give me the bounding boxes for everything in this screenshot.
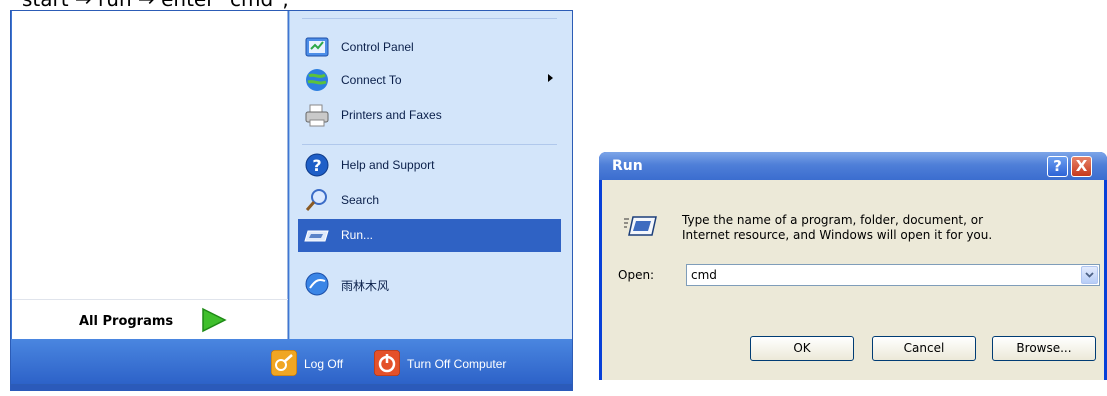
all-programs-label: All Programs — [79, 314, 174, 329]
run-program-icon — [624, 216, 657, 236]
power-icon — [374, 350, 400, 376]
run-dialog-title: Run — [612, 158, 643, 174]
menu-item-search[interactable]: Search — [298, 184, 561, 217]
help-button[interactable]: ? — [1047, 156, 1068, 177]
open-label: Open: — [618, 268, 655, 282]
menu-item-custom[interactable]: 雨林木风 — [298, 268, 561, 301]
svg-text:?: ? — [312, 156, 321, 175]
menu-item-run[interactable]: Run... — [298, 219, 561, 252]
chevron-down-icon — [1085, 272, 1094, 278]
start-menu: Control Panel Connect To Printers and Fa… — [10, 10, 573, 385]
control-panel-icon — [305, 37, 329, 57]
help-icon: ? — [305, 153, 329, 177]
open-input-value[interactable]: cmd — [691, 268, 717, 282]
run-dialog-title-bar[interactable]: Run ? X — [599, 152, 1107, 180]
all-programs-button[interactable]: All Programs — [12, 299, 288, 339]
menu-item-printers[interactable]: Printers and Faxes — [298, 99, 561, 132]
log-off-icon — [271, 350, 297, 376]
browse-button[interactable]: Browse... — [992, 336, 1096, 361]
green-arrow-icon — [202, 307, 227, 333]
search-icon — [305, 189, 327, 211]
taskbar — [10, 385, 573, 391]
submenu-arrow-icon — [548, 74, 553, 82]
run-dialog: Run ? X Type the name of a program, fold… — [599, 152, 1107, 380]
start-menu-bottom-bar: Log Off Turn Off Computer — [11, 339, 572, 384]
printers-icon — [305, 104, 329, 127]
globe-icon — [305, 272, 329, 296]
close-button[interactable]: X — [1071, 156, 1092, 177]
menu-item-connect-to[interactable]: Connect To — [298, 64, 561, 97]
open-combobox[interactable]: cmd — [686, 264, 1100, 286]
separator — [302, 144, 557, 145]
separator — [302, 18, 557, 19]
run-dialog-body: Type the name of a program, folder, docu… — [602, 180, 1104, 380]
connect-to-icon — [306, 69, 328, 91]
ok-button[interactable]: OK — [750, 336, 854, 361]
run-description: Type the name of a program, folder, docu… — [682, 213, 993, 242]
dropdown-button[interactable] — [1081, 266, 1098, 284]
menu-item-control-panel[interactable]: Control Panel — [298, 31, 561, 64]
run-icon — [304, 230, 329, 242]
cancel-button[interactable]: Cancel — [872, 336, 976, 361]
menu-item-help[interactable]: ? Help and Support — [298, 149, 561, 182]
start-menu-left-pane — [12, 11, 288, 339]
